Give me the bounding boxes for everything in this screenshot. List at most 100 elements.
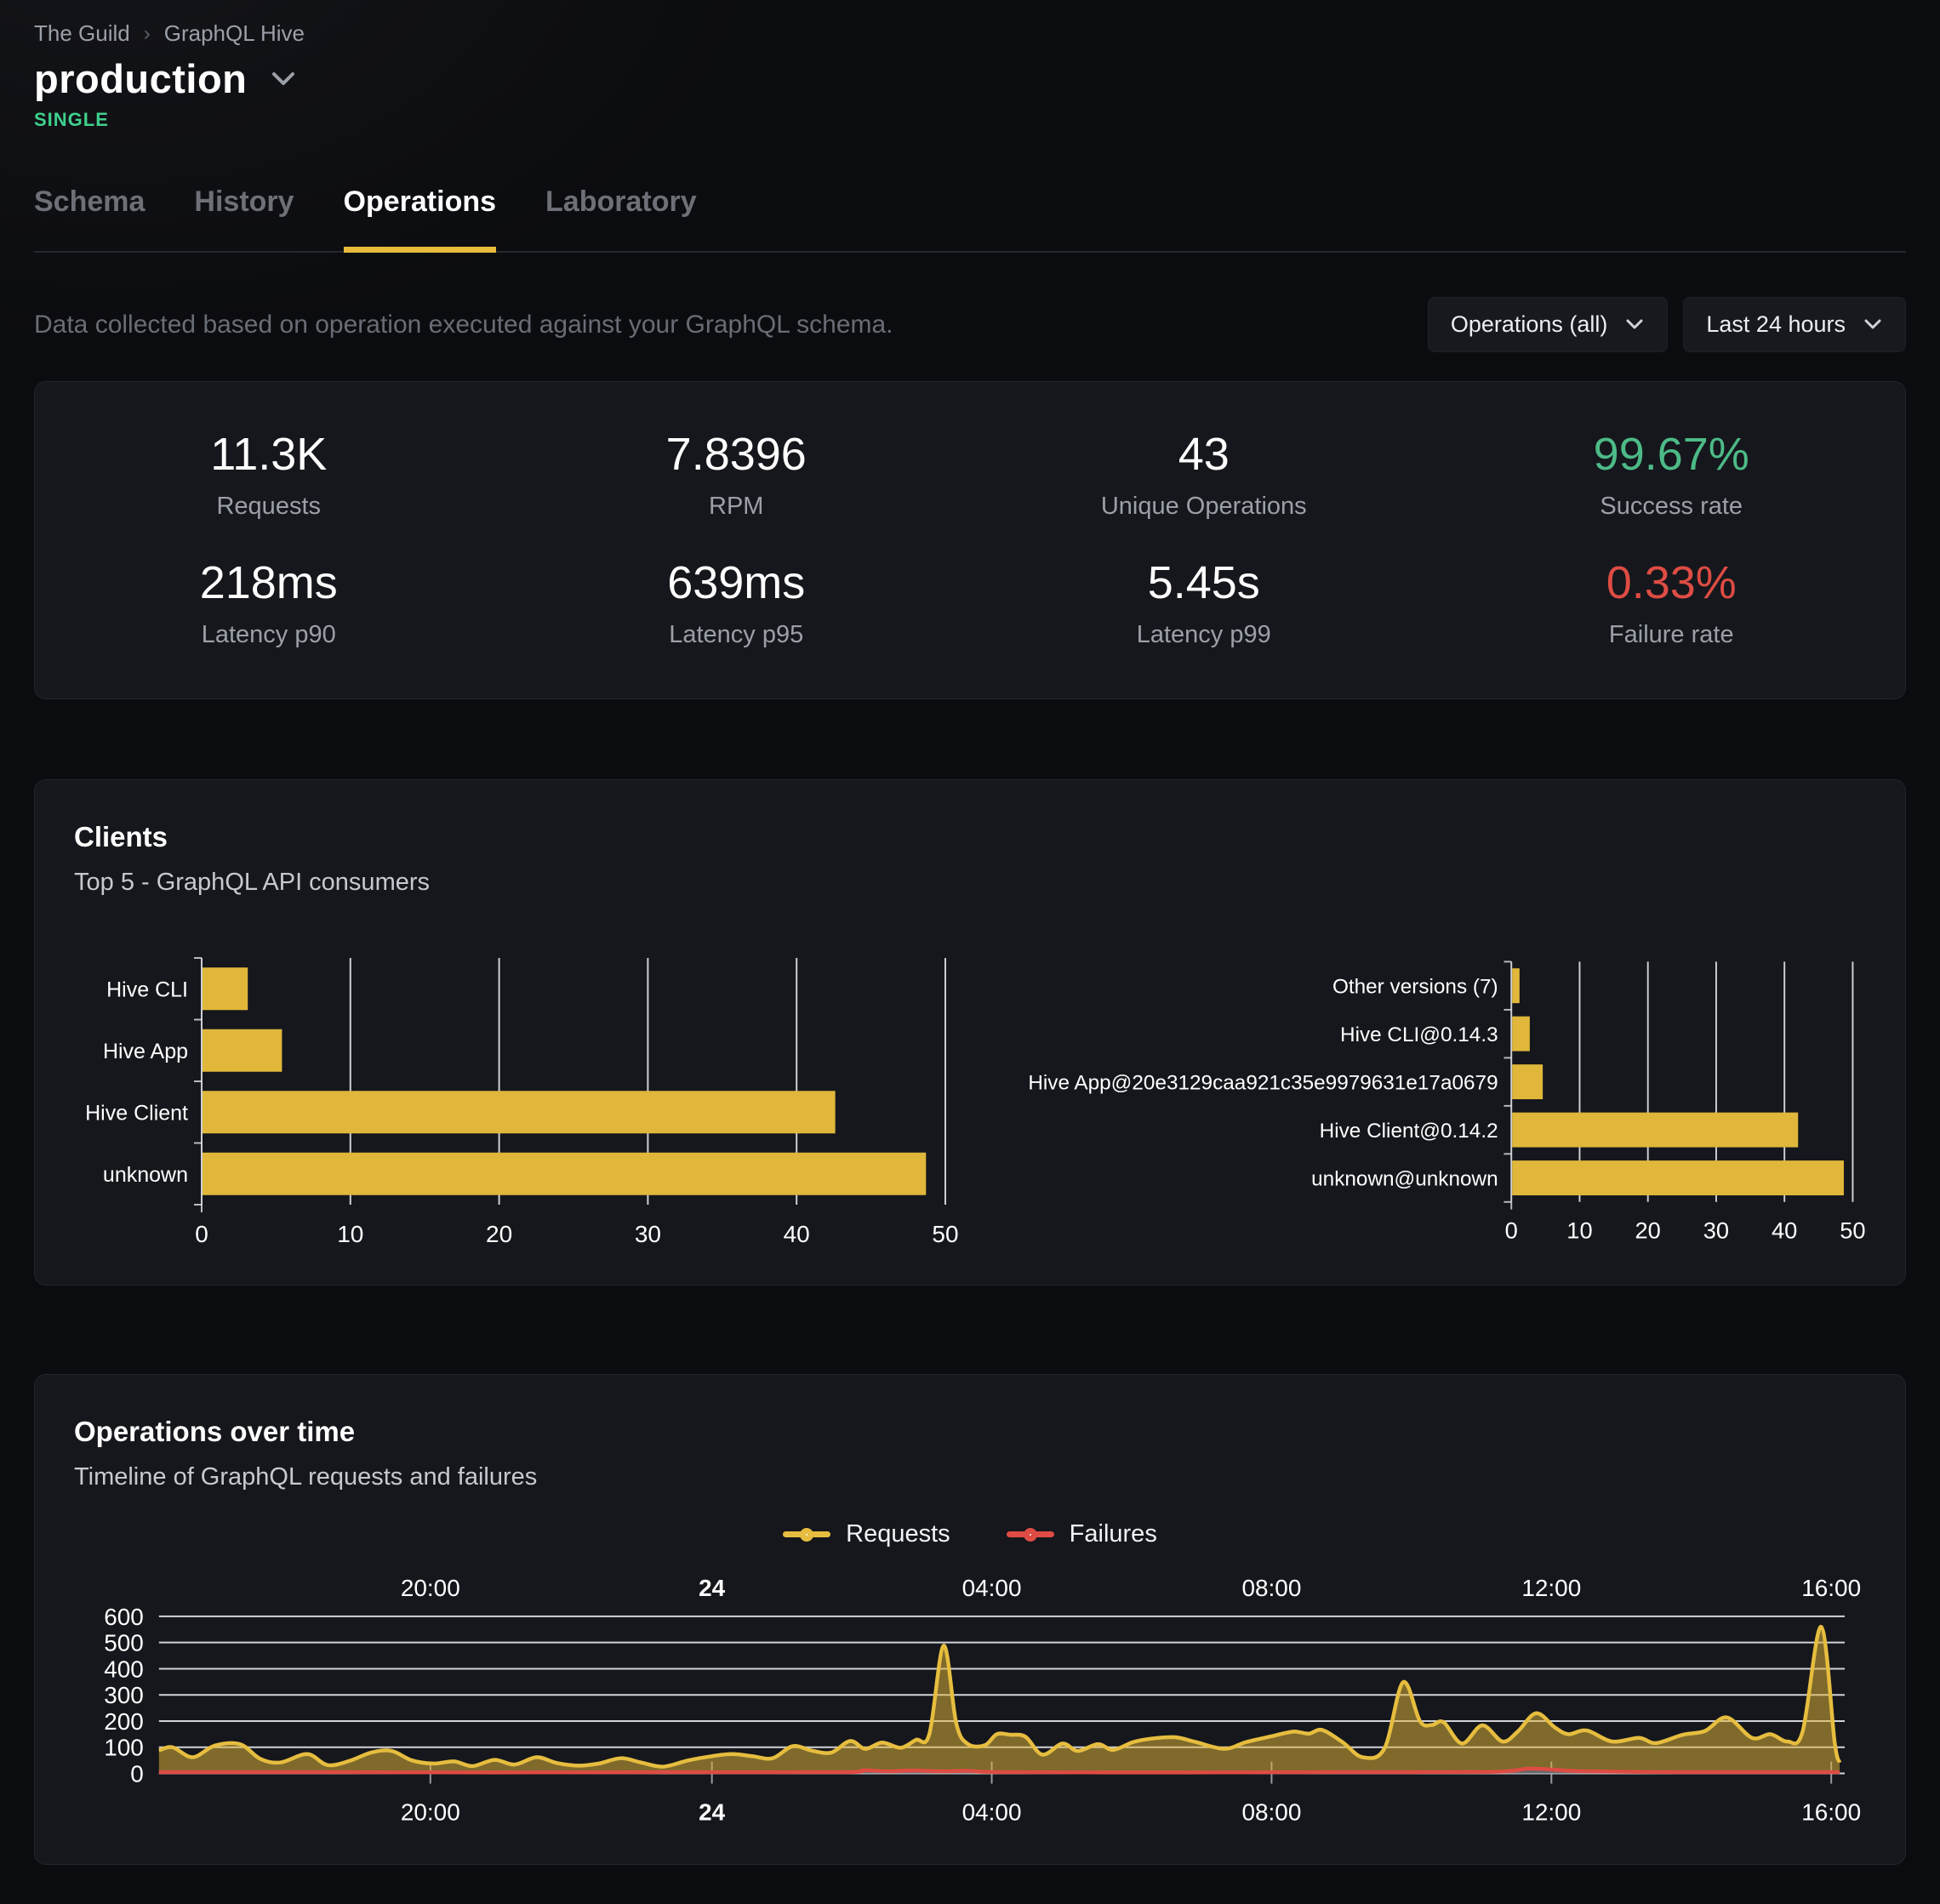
clients-card: Clients Top 5 - GraphQL API consumers 0 1…	[34, 779, 1906, 1285]
tab-operations[interactable]: Operations	[344, 185, 496, 251]
stat-value: 0.33%	[1438, 556, 1906, 609]
svg-text:08:00: 08:00	[1241, 1575, 1301, 1601]
svg-text:unknown: unknown	[103, 1163, 188, 1187]
breadcrumb-separator-icon: ›	[144, 22, 151, 46]
tab-schema[interactable]: Schema	[34, 185, 145, 251]
svg-text:0: 0	[195, 1221, 208, 1247]
stat-requests: 11.3K Requests	[35, 428, 503, 521]
svg-text:Hive Client@0.14.2: Hive Client@0.14.2	[1320, 1120, 1498, 1143]
svg-text:300: 300	[104, 1682, 144, 1708]
stat-value: 43	[970, 428, 1438, 481]
stat-label: Latency p90	[35, 621, 503, 649]
svg-text:04:00: 04:00	[962, 1799, 1022, 1825]
svg-text:16:00: 16:00	[1801, 1575, 1861, 1601]
svg-text:20: 20	[486, 1221, 512, 1247]
svg-text:04:00: 04:00	[962, 1575, 1022, 1601]
stat-label: Unique Operations	[970, 493, 1438, 521]
svg-text:0: 0	[1505, 1217, 1518, 1244]
legend-item-failures[interactable]: Failures	[1007, 1520, 1157, 1548]
svg-text:20:00: 20:00	[401, 1799, 460, 1825]
page-title: production	[34, 55, 247, 102]
svg-text:12:00: 12:00	[1521, 1799, 1581, 1825]
svg-text:Other versions (7): Other versions (7)	[1332, 975, 1498, 998]
stat-label: RPM	[503, 493, 971, 521]
breadcrumb: The Guild › GraphQL Hive	[34, 20, 1906, 47]
stat-label: Failure rate	[1438, 621, 1906, 649]
clients-by-name-bar-chart: 0 10 20 30 40 50 Hive CLI Hive App Hive Client un…	[74, 951, 959, 1251]
stat-value: 639ms	[503, 556, 971, 609]
svg-text:500: 500	[104, 1630, 144, 1656]
tab-history[interactable]: History	[194, 185, 294, 251]
svg-text:24: 24	[699, 1799, 726, 1825]
svg-text:30: 30	[635, 1221, 661, 1247]
clients-card-title: Clients	[74, 821, 1866, 853]
time-range-select[interactable]: Last 24 hours	[1683, 297, 1906, 352]
svg-text:600: 600	[104, 1604, 144, 1630]
svg-text:50: 50	[1840, 1217, 1865, 1244]
time-range-value: Last 24 hours	[1706, 311, 1846, 338]
stat-rpm: 7.8396 RPM	[503, 428, 971, 521]
svg-text:Hive CLI@0.14.3: Hive CLI@0.14.3	[1340, 1023, 1498, 1046]
legend-label: Requests	[846, 1520, 950, 1548]
target-type-badge: SINGLE	[34, 109, 1906, 131]
stat-latency-p90: 218ms Latency p90	[35, 556, 503, 649]
svg-text:10: 10	[1566, 1217, 1592, 1244]
svg-text:unknown@unknown: unknown@unknown	[1311, 1167, 1498, 1190]
stat-label: Success rate	[1438, 493, 1906, 521]
stat-label: Latency p99	[970, 621, 1438, 649]
chevron-down-icon	[1863, 318, 1883, 331]
operations-page: The Guild › GraphQL Hive production SING…	[0, 0, 1940, 1899]
stat-value: 99.67%	[1438, 428, 1906, 481]
stat-unique-operations: 43 Unique Operations	[970, 428, 1438, 521]
svg-text:30: 30	[1703, 1217, 1729, 1244]
stats-summary-card: 11.3K Requests 7.8396 RPM 43 Unique Oper…	[34, 381, 1906, 699]
svg-text:40: 40	[784, 1221, 810, 1247]
svg-text:100: 100	[104, 1735, 144, 1761]
legend-label: Failures	[1070, 1520, 1157, 1548]
svg-text:Hive App: Hive App	[103, 1040, 188, 1063]
operations-over-time-card: Operations over time Timeline of GraphQL…	[34, 1374, 1906, 1865]
svg-text:12:00: 12:00	[1521, 1575, 1581, 1601]
svg-text:40: 40	[1772, 1217, 1797, 1244]
tab-bar: Schema History Operations Laboratory	[34, 185, 1906, 253]
svg-text:Hive App@20e3129caa921c35e9979: Hive App@20e3129caa921c35e9979631e17a067…	[1028, 1071, 1498, 1094]
svg-text:Hive Client: Hive Client	[85, 1101, 188, 1125]
legend-item-requests[interactable]: Requests	[783, 1520, 950, 1548]
svg-text:16:00: 16:00	[1801, 1799, 1861, 1825]
stat-latency-p95: 639ms Latency p95	[503, 556, 971, 649]
svg-text:20:00: 20:00	[401, 1575, 460, 1601]
clients-card-subtitle: Top 5 - GraphQL API consumers	[74, 869, 1866, 897]
failures-series-icon	[1007, 1531, 1054, 1537]
stat-value: 5.45s	[970, 556, 1438, 609]
chevron-down-icon	[1624, 318, 1645, 331]
operations-timeline-chart: 0100200300400500600 20:00 20:00 24 24 04:00 04…	[74, 1574, 1866, 1830]
stat-success-rate: 99.67% Success rate	[1438, 428, 1906, 521]
timeline-legend: Requests Failures	[74, 1520, 1866, 1548]
stat-latency-p99: 5.45s Latency p99	[970, 556, 1438, 649]
breadcrumb-project-link[interactable]: GraphQL Hive	[164, 20, 305, 47]
svg-text:400: 400	[104, 1656, 144, 1682]
clients-by-version-bar-chart: 0 10 20 30 40 50 Other versions (7) Hive CLI@0.…	[981, 951, 1866, 1251]
stat-label: Requests	[35, 493, 503, 521]
svg-text:20: 20	[1635, 1217, 1661, 1244]
tab-laboratory[interactable]: Laboratory	[545, 185, 697, 251]
stat-label: Latency p95	[503, 621, 971, 649]
svg-text:50: 50	[932, 1221, 958, 1247]
chevron-down-icon[interactable]	[269, 70, 298, 88]
requests-series-icon	[783, 1531, 830, 1537]
svg-text:10: 10	[337, 1221, 363, 1247]
svg-text:200: 200	[104, 1708, 144, 1735]
svg-text:08:00: 08:00	[1241, 1799, 1301, 1825]
stat-value: 7.8396	[503, 428, 971, 481]
operations-card-subtitle: Timeline of GraphQL requests and failure…	[74, 1463, 1866, 1491]
page-description: Data collected based on operation execut…	[34, 311, 1428, 339]
operations-filter-select[interactable]: Operations (all)	[1428, 297, 1669, 352]
svg-text:Hive CLI: Hive CLI	[106, 978, 188, 1001]
stat-failure-rate: 0.33% Failure rate	[1438, 556, 1906, 649]
svg-text:0: 0	[130, 1761, 144, 1787]
svg-text:24: 24	[699, 1575, 726, 1601]
operations-filter-value: Operations (all)	[1451, 311, 1608, 338]
stat-value: 11.3K	[35, 428, 503, 481]
breadcrumb-org-link[interactable]: The Guild	[34, 20, 130, 47]
operations-card-title: Operations over time	[74, 1416, 1866, 1448]
